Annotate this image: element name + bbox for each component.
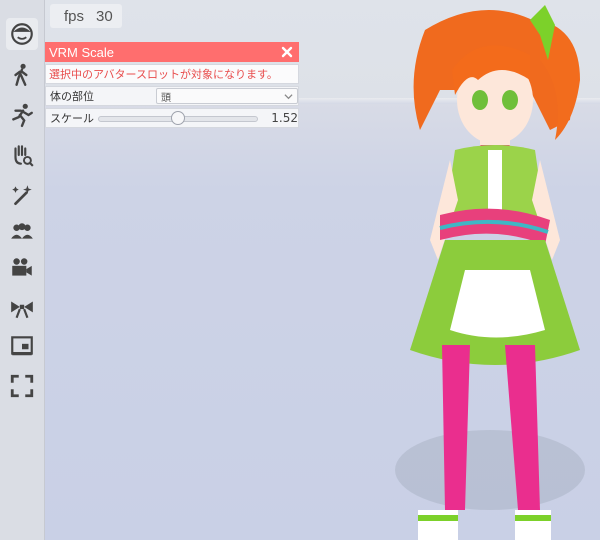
panel-header[interactable]: VRM Scale (45, 42, 299, 62)
body-part-select[interactable]: 頭 (156, 88, 298, 104)
notice-text: 選択中のアバタースロットが対象になります。 (45, 64, 299, 84)
running-person-icon (12, 103, 33, 128)
scale-value: 1.52 (271, 111, 298, 125)
chevron-down-icon (284, 94, 293, 100)
body-part-value: 頭 (161, 92, 171, 104)
fullscreen-icon (10, 374, 34, 398)
sidebar-item-hand-search[interactable] (6, 139, 38, 171)
hand-search-icon (14, 145, 34, 167)
fps-value: 30 (96, 7, 113, 25)
fps-counter: fps 30 (50, 4, 122, 28)
sidebar-item-walk[interactable] (6, 59, 38, 91)
sidebar-item-magic[interactable] (6, 179, 38, 211)
sidebar-item-fullscreen[interactable] (6, 370, 38, 402)
vrm-scale-panel: VRM Scale 選択中のアバタースロットが対象になります。 体の部位 頭 ス… (45, 42, 299, 128)
face-icon (11, 23, 33, 45)
scale-row: スケール 1.52 (45, 108, 299, 128)
sidebar-item-group[interactable] (6, 215, 38, 247)
sidebar-item-ribbon[interactable] (6, 292, 38, 324)
fps-label: fps (64, 7, 85, 25)
walking-person-icon (14, 63, 28, 86)
sidebar-item-camera[interactable] (6, 252, 38, 284)
scale-label: スケール (50, 112, 94, 125)
display-icon (11, 336, 33, 356)
close-icon (281, 46, 293, 58)
scale-slider[interactable] (98, 111, 258, 125)
video-camera-icon (12, 258, 32, 276)
sidebar-item-run[interactable] (6, 99, 38, 131)
close-button[interactable] (279, 44, 295, 60)
sidebar-item-display[interactable] (6, 330, 38, 362)
body-part-row: 体の部位 頭 (45, 86, 299, 106)
body-part-label: 体の部位 (50, 90, 94, 103)
slider-thumb[interactable] (171, 111, 185, 125)
bow-ribbon-icon (11, 301, 33, 319)
panel-title: VRM Scale (49, 44, 115, 60)
sidebar-item-face[interactable] (6, 18, 38, 50)
sidebar (0, 0, 45, 540)
avatar-character (395, 5, 585, 540)
group-icon (11, 223, 33, 239)
magic-wand-icon (12, 185, 32, 206)
